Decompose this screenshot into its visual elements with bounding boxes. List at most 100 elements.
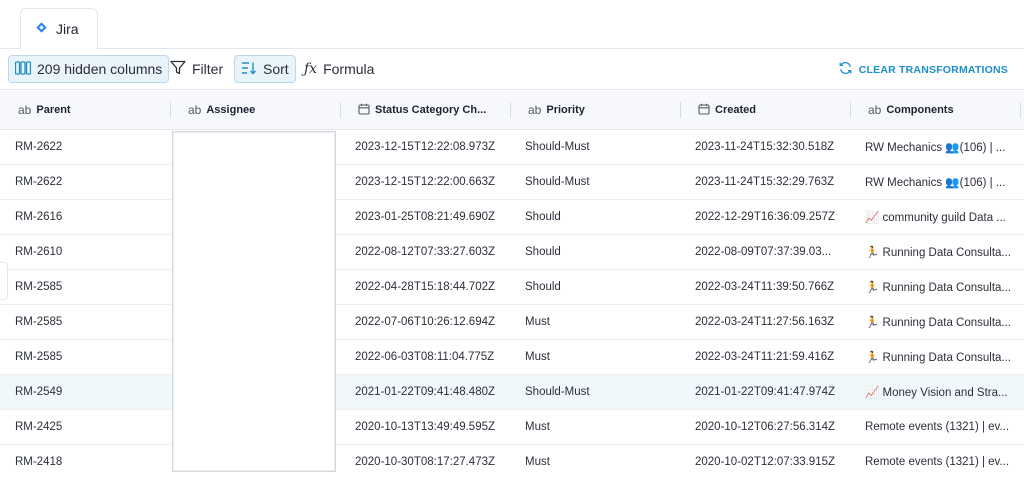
table-row[interactable]: RM-2616 2023-01-25T08:21:49.690Z Should … xyxy=(0,200,1024,235)
cell-priority[interactable]: Must xyxy=(525,305,550,339)
cell-parent[interactable]: RM-2622 xyxy=(15,130,62,164)
cell-components[interactable]: 🏃 Running Data Consulta... xyxy=(865,235,1015,269)
cell-created[interactable]: 2022-08-09T07:37:39.03... xyxy=(695,235,831,269)
text-type-icon: ab xyxy=(18,103,32,117)
refresh-icon xyxy=(838,61,853,78)
cell-priority[interactable]: Must xyxy=(525,340,550,374)
cell-parent[interactable]: RM-2549 xyxy=(15,375,62,409)
cell-parent[interactable]: RM-2418 xyxy=(15,445,62,479)
column-header-created[interactable]: Created xyxy=(698,91,756,129)
cell-components[interactable]: 🏃 Running Data Consulta... xyxy=(865,270,1015,304)
formula-button[interactable]: ƒx Formula xyxy=(298,55,380,83)
cell-parent[interactable]: RM-2616 xyxy=(15,200,62,234)
cell-created[interactable]: 2022-12-29T16:36:09.257Z xyxy=(695,200,835,234)
hidden-columns-label: 209 hidden columns xyxy=(37,61,163,77)
cell-created[interactable]: 2022-03-24T11:27:56.163Z xyxy=(695,305,834,339)
table-row[interactable]: RM-2585 2022-07-06T10:26:12.694Z Must 20… xyxy=(0,305,1024,340)
cell-status-changed[interactable]: 2022-08-12T07:33:27.603Z xyxy=(355,235,495,269)
table-row[interactable]: RM-2585 2022-06-03T08:11:04.775Z Must 20… xyxy=(0,340,1024,375)
column-divider[interactable] xyxy=(340,102,341,118)
cell-parent[interactable]: RM-2622 xyxy=(15,165,62,199)
cell-parent[interactable]: RM-2610 xyxy=(15,235,62,269)
cell-created[interactable]: 2023-11-24T15:32:29.763Z xyxy=(695,165,834,199)
sort-button[interactable]: Sort xyxy=(234,55,296,83)
column-header-assignee[interactable]: ab Assignee xyxy=(188,91,255,129)
columns-icon xyxy=(14,60,32,78)
cell-created[interactable]: 2021-01-22T09:41:47.974Z xyxy=(695,375,835,409)
cell-parent[interactable]: RM-2585 xyxy=(15,270,62,304)
cell-created[interactable]: 2022-03-24T11:21:59.416Z xyxy=(695,340,834,374)
filter-button[interactable]: Filter xyxy=(164,55,229,83)
clear-transformations-label: CLEAR TRANSFORMATIONS xyxy=(858,63,1008,76)
column-divider[interactable] xyxy=(170,102,171,118)
data-grid: ab Parent ab Assignee Status Category Ch… xyxy=(0,91,1024,479)
cell-components[interactable]: Remote events (1321) | ev... xyxy=(865,410,1015,444)
cell-status-changed[interactable]: 2020-10-13T13:49:49.595Z xyxy=(355,410,495,444)
column-header-label: Created xyxy=(715,104,756,116)
formula-label: Formula xyxy=(323,61,375,77)
cell-priority[interactable]: Should xyxy=(525,270,561,304)
text-type-icon: ab xyxy=(868,103,882,117)
text-type-icon: ab xyxy=(188,103,202,117)
cell-parent[interactable]: RM-2585 xyxy=(15,305,62,339)
cell-components[interactable]: RW Mechanics 👥(106) | ... xyxy=(865,130,1015,164)
cell-created[interactable]: 2023-11-24T15:32:30.518Z xyxy=(695,130,834,164)
table-row[interactable]: RM-2418 2020-10-30T08:17:27.473Z Must 20… xyxy=(0,445,1024,479)
column-header-parent[interactable]: ab Parent xyxy=(18,91,71,129)
cell-status-changed[interactable]: 2023-12-15T12:22:00.663Z xyxy=(355,165,495,199)
cell-priority[interactable]: Must xyxy=(525,410,550,444)
sort-label: Sort xyxy=(263,61,289,77)
filter-label: Filter xyxy=(192,61,224,77)
cell-priority[interactable]: Should xyxy=(525,235,561,269)
column-divider[interactable] xyxy=(680,102,681,118)
calendar-icon xyxy=(698,103,710,118)
column-divider[interactable] xyxy=(1020,102,1021,118)
column-header-priority[interactable]: ab Priority xyxy=(528,91,585,129)
cell-priority[interactable]: Must xyxy=(525,445,550,479)
table-row[interactable]: RM-2585 2022-04-28T15:18:44.702Z Should … xyxy=(0,270,1024,305)
cell-priority[interactable]: Should-Must xyxy=(525,375,590,409)
horizontal-scroll-handle[interactable] xyxy=(0,262,8,300)
cell-status-changed[interactable]: 2022-07-06T10:26:12.694Z xyxy=(355,305,495,339)
cell-components[interactable]: 🏃 Running Data Consulta... xyxy=(865,340,1015,374)
cell-status-changed[interactable]: 2022-06-03T08:11:04.775Z xyxy=(355,340,494,374)
cell-status-changed[interactable]: 2021-01-22T09:41:48.480Z xyxy=(355,375,495,409)
table-row[interactable]: RM-2425 2020-10-13T13:49:49.595Z Must 20… xyxy=(0,410,1024,445)
table-row[interactable]: RM-2622 2023-12-15T12:22:00.663Z Should-… xyxy=(0,165,1024,200)
cell-parent[interactable]: RM-2585 xyxy=(15,340,62,374)
column-header-label: Parent xyxy=(36,104,71,116)
cell-status-changed[interactable]: 2020-10-30T08:17:27.473Z xyxy=(355,445,495,479)
cell-created[interactable]: 2022-03-24T11:39:50.766Z xyxy=(695,270,834,304)
cell-status-changed[interactable]: 2023-12-15T12:22:08.973Z xyxy=(355,130,495,164)
cell-components[interactable]: 📈 Money Vision and Stra... xyxy=(865,375,1015,409)
sort-icon xyxy=(241,61,257,78)
table-row[interactable]: RM-2610 2022-08-12T07:33:27.603Z Should … xyxy=(0,235,1024,270)
cell-status-changed[interactable]: 2022-04-28T15:18:44.702Z xyxy=(355,270,495,304)
cell-priority[interactable]: Should-Must xyxy=(525,165,590,199)
column-header-status-category-changed[interactable]: Status Category Ch... xyxy=(358,91,486,129)
cell-parent[interactable]: RM-2425 xyxy=(15,410,62,444)
assignee-redaction-box xyxy=(172,131,336,472)
cell-components[interactable]: 🏃 Running Data Consulta... xyxy=(865,305,1015,339)
cell-components[interactable]: RW Mechanics 👥(106) | ... xyxy=(865,165,1015,199)
cell-priority[interactable]: Should-Must xyxy=(525,130,590,164)
tab-label: Jira xyxy=(56,21,79,37)
filter-icon xyxy=(170,60,186,78)
cell-created[interactable]: 2020-10-12T06:27:56.314Z xyxy=(695,410,835,444)
column-header-label: Priority xyxy=(546,104,585,116)
tab-jira[interactable]: Jira xyxy=(20,8,98,50)
table-row[interactable]: RM-2549 2021-01-22T09:41:48.480Z Should-… xyxy=(0,375,1024,410)
cell-components[interactable]: Remote events (1321) | ev... xyxy=(865,445,1015,479)
hidden-columns-button[interactable]: 209 hidden columns xyxy=(8,55,170,83)
clear-transformations-button[interactable]: CLEAR TRANSFORMATIONS xyxy=(838,61,1008,78)
table-row[interactable]: RM-2622 2023-12-15T12:22:08.973Z Should-… xyxy=(0,130,1024,165)
column-divider[interactable] xyxy=(850,102,851,118)
cell-created[interactable]: 2020-10-02T12:07:33.915Z xyxy=(695,445,835,479)
column-header-components[interactable]: ab Components xyxy=(868,91,954,129)
column-divider[interactable] xyxy=(510,102,511,118)
header-row: ab Parent ab Assignee Status Category Ch… xyxy=(0,91,1024,130)
cell-status-changed[interactable]: 2023-01-25T08:21:49.690Z xyxy=(355,200,495,234)
tab-strip: Jira xyxy=(0,0,1024,50)
cell-components[interactable]: 📈 community guild Data ... xyxy=(865,200,1015,234)
cell-priority[interactable]: Should xyxy=(525,200,561,234)
